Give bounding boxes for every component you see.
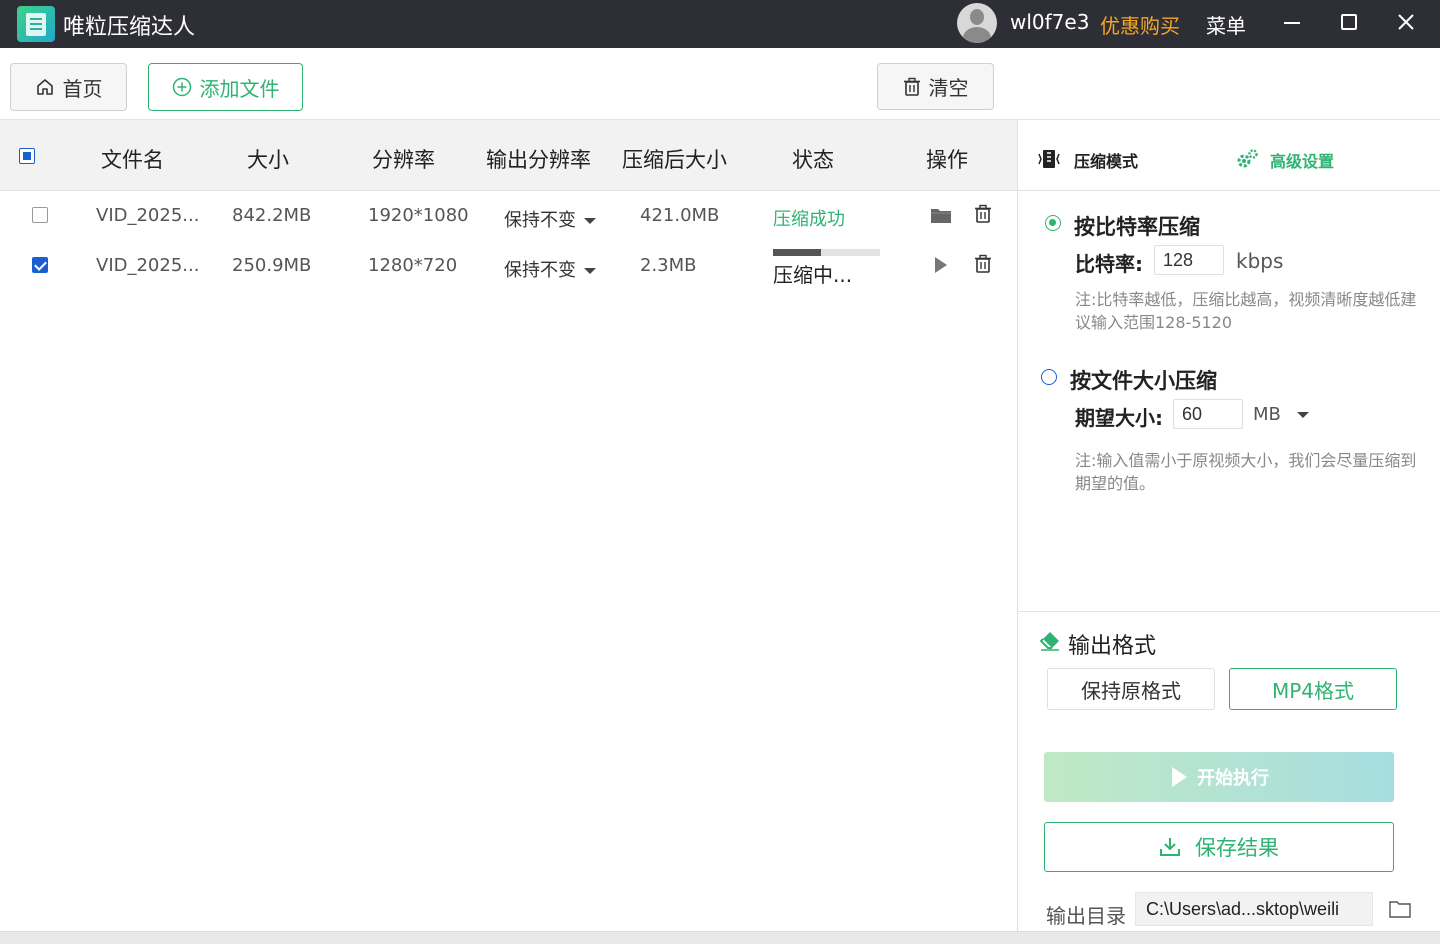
file-size: 842.2MB	[232, 205, 312, 226]
file-size: 250.9MB	[232, 255, 312, 276]
home-button[interactable]: 首页	[10, 63, 127, 111]
folder-icon[interactable]	[930, 205, 952, 225]
menu-button[interactable]: 菜单	[1206, 10, 1246, 39]
compressed-size: 421.0MB	[640, 205, 720, 226]
column-header-actions: 操作	[926, 148, 968, 172]
maximize-icon[interactable]	[1334, 8, 1364, 38]
bitrate-note: 注:比特率越低，压缩比越高，视频清晰度越低建议输入范围128-5120	[1075, 290, 1417, 332]
title-bar: 唯粒压缩达人 wl0f7e3 优惠购买 菜单	[0, 0, 1440, 48]
column-header-output-resolution[interactable]: 输出分辨率	[486, 144, 591, 174]
download-icon	[1160, 838, 1180, 856]
bitrate-input[interactable]	[1154, 245, 1224, 275]
add-file-button[interactable]: 添加文件	[148, 63, 303, 111]
table-header: 文件名 大小 分辨率 输出分辨率 压缩后大小 状态 操作	[0, 119, 1017, 191]
progress-bar	[773, 249, 880, 256]
save-result-label: 保存结果	[1195, 836, 1279, 860]
size-note: 注:输入值需小于原视频大小，我们会尽量压缩到期望的值。	[1075, 451, 1417, 493]
delete-icon[interactable]	[974, 254, 992, 274]
play-icon[interactable]	[933, 256, 949, 274]
file-name: VID_2025...	[96, 255, 200, 276]
expected-size-input[interactable]	[1173, 399, 1243, 429]
column-header-resolution[interactable]: 分辨率	[372, 144, 435, 174]
delete-icon[interactable]	[974, 204, 992, 224]
output-directory-label: 输出目录	[1046, 904, 1126, 928]
output-directory-path[interactable]: C:\Users\ad...sktop\weili	[1135, 892, 1373, 926]
column-header-status[interactable]: 状态	[792, 144, 834, 174]
clear-button[interactable]: 清空	[877, 63, 994, 110]
output-resolution-dropdown[interactable]: 保持不变	[504, 256, 596, 282]
clear-label: 清空	[928, 76, 969, 100]
row-checkbox[interactable]	[32, 207, 48, 223]
row-checkbox[interactable]	[32, 257, 48, 273]
folder-open-icon[interactable]	[1389, 900, 1411, 918]
save-result-button[interactable]: 保存结果	[1044, 822, 1394, 872]
eraser-icon	[1040, 632, 1059, 651]
file-resolution: 1920*1080	[368, 205, 469, 226]
compress-mode-icon	[1038, 150, 1060, 168]
bitrate-mode-title[interactable]: 按比特率压缩	[1074, 211, 1200, 241]
trash-icon	[903, 77, 920, 96]
keep-original-format-button[interactable]: 保持原格式	[1047, 668, 1215, 710]
settings-tabs: 压缩模式 高级设置	[1018, 119, 1440, 191]
file-name: VID_2025...	[96, 205, 200, 226]
compressed-size: 2.3MB	[640, 255, 697, 276]
promo-link[interactable]: 优惠购买	[1100, 10, 1180, 39]
mp4-format-button[interactable]: MP4格式	[1229, 668, 1397, 710]
size-mode-title[interactable]: 按文件大小压缩	[1070, 365, 1217, 395]
expected-size-label: 期望大小:	[1075, 406, 1163, 430]
username[interactable]: wl0f7e3	[1010, 10, 1089, 34]
column-header-size[interactable]: 大小	[247, 144, 289, 174]
column-header-compressed-size[interactable]: 压缩后大小	[622, 144, 727, 174]
app-logo-icon	[17, 6, 55, 42]
home-label: 首页	[62, 76, 103, 101]
chevron-down-icon	[584, 218, 596, 224]
size-unit-dropdown[interactable]: MB	[1253, 404, 1309, 425]
play-icon	[1172, 767, 1187, 787]
bitrate-mode-radio[interactable]	[1045, 215, 1061, 231]
minimize-icon[interactable]	[1277, 8, 1307, 38]
close-icon[interactable]	[1391, 8, 1421, 38]
chevron-down-icon	[1296, 412, 1309, 418]
app-title: 唯粒压缩达人	[63, 15, 196, 40]
status-text: 压缩成功	[773, 209, 845, 230]
plus-circle-icon	[172, 77, 191, 97]
add-file-label: 添加文件	[199, 76, 280, 101]
output-resolution-dropdown[interactable]: 保持不变	[504, 206, 596, 232]
output-format-title: 输出格式	[1068, 634, 1157, 659]
home-icon	[36, 79, 53, 95]
start-button[interactable]: 开始执行	[1044, 752, 1394, 802]
chevron-down-icon	[584, 268, 596, 274]
bitrate-label: 比特率:	[1075, 252, 1143, 276]
output-resolution-value: 保持不变	[504, 210, 576, 231]
output-resolution-value: 保持不变	[504, 260, 576, 281]
column-header-filename[interactable]: 文件名	[101, 144, 164, 174]
panel-divider	[1017, 119, 1018, 931]
tab-advanced-settings[interactable]: 高级设置	[1270, 148, 1334, 172]
file-resolution: 1280*720	[368, 255, 458, 276]
horizontal-scrollbar[interactable]	[0, 931, 1440, 944]
bitrate-unit: kbps	[1236, 249, 1284, 273]
size-unit-value: MB	[1253, 404, 1281, 425]
start-label: 开始执行	[1197, 768, 1269, 789]
gear-icon	[1237, 149, 1258, 168]
avatar[interactable]	[957, 3, 997, 43]
tab-compress-mode[interactable]: 压缩模式	[1074, 148, 1138, 172]
size-mode-radio[interactable]	[1041, 369, 1057, 385]
status-text: 压缩中...	[773, 263, 853, 287]
select-all-checkbox[interactable]	[19, 148, 35, 164]
panel-separator	[1018, 611, 1440, 612]
